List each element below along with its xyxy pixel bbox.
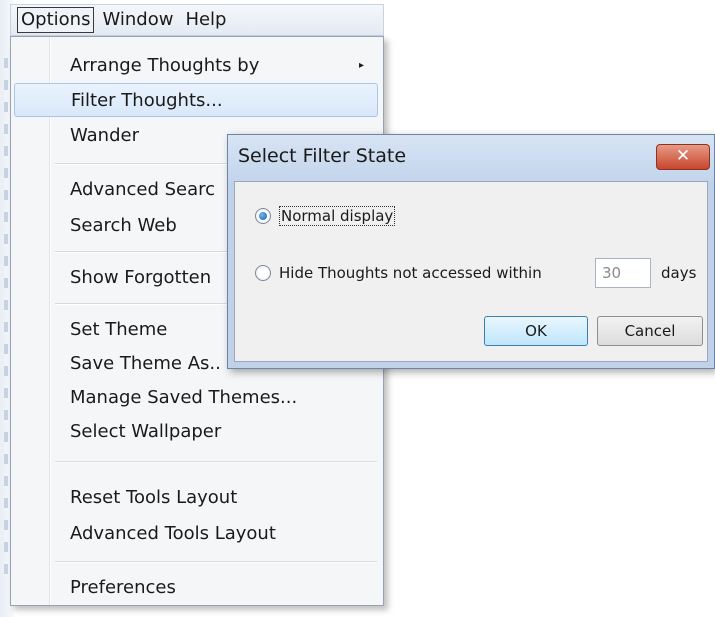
select-filter-state-dialog: Select Filter State ✕ Normal display Hid… — [227, 134, 715, 369]
menu-item-select-wallpaper[interactable]: Select Wallpaper — [14, 415, 378, 449]
menu-item-label: Manage Saved Themes... — [70, 387, 298, 408]
menu-item-reset-tools-layout[interactable]: Reset Tools Layout — [14, 481, 378, 515]
menubar: Options Window Help — [10, 4, 384, 36]
close-button[interactable]: ✕ — [656, 144, 710, 170]
menu-item-arrange-thoughts-by[interactable]: Arrange Thoughts by ▸ — [14, 49, 378, 83]
radio-unchecked-icon[interactable] — [255, 265, 271, 281]
radio-normal-display-label: Normal display — [279, 206, 396, 226]
radio-hide-thoughts-label: Hide Thoughts not accessed within — [279, 264, 542, 282]
menu-item-label: Save Theme As.. — [70, 353, 221, 374]
menu-item-label: Set Theme — [70, 319, 168, 340]
menu-item-label: Show Forgotten — [70, 267, 212, 288]
submenu-arrow-icon: ▸ — [358, 60, 364, 71]
cancel-button[interactable]: Cancel — [597, 316, 703, 346]
menubar-options[interactable]: Options — [17, 7, 95, 33]
menu-item-label: Preferences — [70, 577, 176, 598]
days-input[interactable]: 30 — [595, 258, 651, 288]
menu-item-filter-thoughts[interactable]: Filter Thoughts... — [14, 83, 378, 117]
radio-normal-display[interactable]: Normal display — [255, 206, 396, 226]
dialog-body: Normal display Hide Thoughts not accesse… — [234, 181, 708, 362]
radio-checked-icon[interactable] — [255, 208, 271, 224]
menu-item-label: Arrange Thoughts by — [70, 55, 260, 76]
close-icon: ✕ — [675, 146, 691, 166]
menu-item-label: Reset Tools Layout — [70, 487, 238, 508]
menu-separator — [55, 561, 377, 563]
days-label: days — [661, 264, 697, 282]
menu-item-label: Filter Thoughts... — [71, 90, 223, 111]
dialog-titlebar[interactable]: Select Filter State ✕ — [228, 135, 714, 181]
menu-item-manage-saved-themes[interactable]: Manage Saved Themes... — [14, 381, 378, 415]
menu-item-preferences[interactable]: Preferences — [14, 571, 378, 605]
menu-item-label: Select Wallpaper — [70, 421, 222, 442]
menu-item-label: Advanced Tools Layout — [70, 523, 276, 544]
menu-separator — [55, 461, 377, 463]
menubar-window[interactable]: Window — [98, 7, 177, 33]
menu-item-label: Search Web — [70, 215, 177, 236]
menubar-help[interactable]: Help — [181, 7, 230, 33]
menu-item-advanced-tools-layout[interactable]: Advanced Tools Layout — [14, 517, 378, 551]
menu-item-label: Advanced Searc — [70, 179, 216, 200]
menu-item-label: Wander — [70, 125, 139, 146]
dialog-title: Select Filter State — [238, 145, 407, 167]
radio-hide-thoughts[interactable]: Hide Thoughts not accessed within — [255, 264, 542, 282]
ok-button[interactable]: OK — [484, 316, 588, 346]
